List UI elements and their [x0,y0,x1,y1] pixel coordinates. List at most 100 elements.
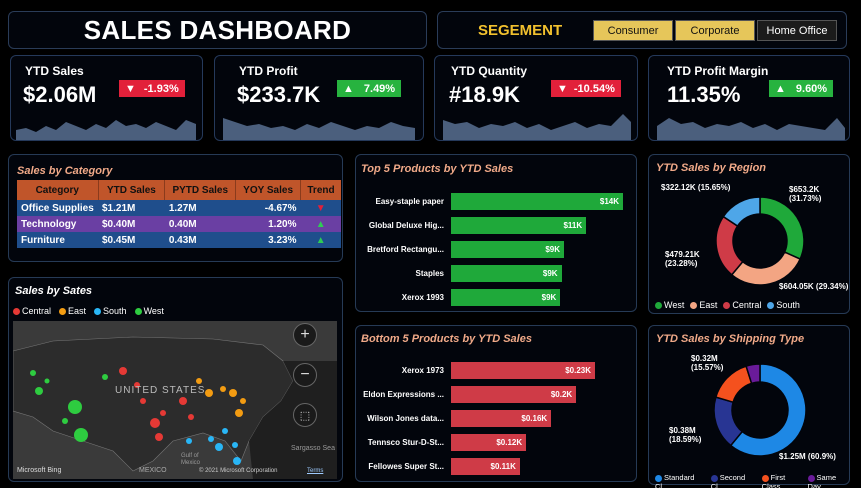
bottom5-products-panel: Bottom 5 Products by YTD Sales Xerox 197… [355,325,637,482]
sales-by-shipping-panel: YTD Sales by Shipping Type $0.32M (15.57… [648,325,850,488]
region-slice[interactable] [759,196,805,261]
region-slice[interactable] [730,251,802,286]
donut-label-central: $479.21K (23.28%) [665,250,700,268]
donut-label-first-class: $0.32M (15.57%) [691,354,724,372]
bottom5-bar[interactable]: $0.11K [451,458,520,475]
top5-bar[interactable]: $11K [451,217,587,234]
kpi-change-value: 7.49% [363,82,396,95]
trend-up-icon: ▲ [300,216,341,232]
bottom5-bar[interactable]: $0.2K [451,386,577,403]
select-icon: ⬚ [299,409,311,422]
column-header-trend[interactable]: Trend [300,180,341,200]
section-title: Bottom 5 Products by YTD Sales [361,333,532,345]
minus-icon: − [300,366,310,383]
donut-label-west: $653.2K (31.73%) [789,185,822,203]
legend-item-standard[interactable]: Standard Cl... [655,473,707,488]
sales-by-region-panel: YTD Sales by Region $322.12K (15.65%) $6… [648,154,850,314]
section-title: Top 5 Products by YTD Sales [361,163,514,175]
map-legend: Central East South West [13,306,164,316]
column-header-ytd-sales[interactable]: YTD Sales [98,180,166,200]
legend-item-east[interactable]: East [59,306,86,316]
segment-home-office-button[interactable]: Home Office [757,20,837,41]
legend-item-south[interactable]: South [767,300,800,310]
column-header-category[interactable]: Category [17,180,99,200]
cell-yoy: 3.23% [235,232,301,248]
arrow-up-icon: ▲ [343,82,354,95]
donut-label-second-class: $0.38M (18.59%) [669,426,702,444]
table-row[interactable]: Furniture $0.45M 0.43M 3.23% ▲ [17,232,341,248]
legend-item-first[interactable]: First Class [761,473,804,488]
map-terms-link[interactable]: Terms [307,468,323,474]
zoom-out-button[interactable]: − [293,363,317,387]
column-header-pytd-sales[interactable]: PYTD Sales [164,180,237,200]
cell-pytd: 1.27M [164,200,236,216]
bottom5-bar-label: Tennsco Stur-D-St... [367,438,444,447]
cell-category: Office Supplies [17,200,98,216]
kpi-card-ytd-profit-margin: YTD Profit Margin 11.35% ▲ 9.60% [648,55,850,141]
arrow-down-icon: ▼ [125,82,136,95]
bottom5-bar[interactable]: $0.16K [451,410,552,427]
trend-up-icon: ▲ [300,232,341,248]
shipping-legend: Standard Cl... Second Cl... First Class … [655,473,849,488]
cell-yoy: 1.20% [235,216,301,232]
kpi-card-ytd-sales: YTD Sales $2.06M ▼ -1.93% [10,55,203,141]
table-row[interactable]: Office Supplies $1.21M 1.27M -4.67% ▼ [17,200,341,216]
legend-item-south[interactable]: South [94,306,127,316]
segment-label: SEGEMENT [478,22,563,39]
legend-item-west[interactable]: West [655,300,684,310]
legend-item-central[interactable]: Central [723,300,761,310]
kpi-change-value: 9.60% [795,82,828,95]
top5-bar[interactable]: $14K [451,193,623,210]
sales-by-states-panel: Sales by Sates Central East South West U… [8,277,343,482]
kpi-title: YTD Quantity [451,64,528,78]
kpi-change-badge: ▼ -1.93% [119,80,185,97]
table-row[interactable]: Technology $0.40M 0.40M 1.20% ▲ [17,216,341,232]
donut-label-south: $322.12K (15.65%) [661,183,731,192]
legend-item-central[interactable]: Central [13,306,51,316]
legend-item-west[interactable]: West [134,306,164,316]
us-map [13,321,337,479]
segment-slicer: SEGEMENT Consumer Corporate Home Office [437,11,847,49]
cell-ytd: $0.45M [98,232,165,248]
bottom5-bar-label: Fellowes Super St... [368,462,444,471]
region-donut-chart [715,196,805,286]
top5-bar-label: Bretford Rectangu... [367,245,444,254]
select-area-button[interactable]: ⬚ [293,403,317,427]
top5-bar-label: Global Deluxe Hig... [368,221,444,230]
cell-ytd: $0.40M [98,216,165,232]
bottom5-bar-label: Wilson Jones data... [367,414,444,423]
top5-bar-label: Easy-staple paper [375,197,444,206]
legend-item-east[interactable]: East [690,300,717,310]
bottom5-bar-label: Xerox 1973 [401,366,444,375]
segment-corporate-button[interactable]: Corporate [675,20,755,41]
legend-item-second[interactable]: Second Cl... [710,473,758,488]
section-title: Sales by Category [17,165,113,177]
column-header-yoy-sales[interactable]: YOY Sales [235,180,301,200]
top5-bar[interactable]: $9K [451,289,561,306]
sparkline-chart [443,114,631,140]
donut-label-east: $604.05K (29.34%) [779,282,849,291]
legend-item-same-day[interactable]: Same Day [807,473,849,488]
zoom-in-button[interactable]: + [293,323,317,347]
sales-by-category-panel: Sales by Category Category YTD Sales PYT… [8,154,343,262]
donut-label-standard-class: $1.25M (60.9%) [779,452,836,461]
bottom5-bar[interactable]: $0.23K [451,362,595,379]
map-canvas[interactable]: UNITED STATES MEXICO Gulf of Mexico Sarg… [13,321,337,479]
map-copyright: © 2021 Microsoft Corporation [199,468,278,474]
kpi-title: YTD Sales [25,64,84,78]
top5-bar[interactable]: $9K [451,241,565,258]
sparkline-chart [16,120,196,140]
arrow-up-icon: ▲ [775,82,786,95]
section-title: Sales by Sates [15,285,93,297]
map-gulf-label: Gulf of Mexico [181,453,201,466]
top5-products-panel: Top 5 Products by YTD Sales Easy-staple … [355,154,637,312]
cell-yoy: -4.67% [235,200,301,216]
cell-pytd: 0.40M [164,216,236,232]
kpi-change-badge: ▲ 7.49% [337,80,402,97]
cell-pytd: 0.43M [164,232,236,248]
plus-icon: + [300,326,310,343]
bottom5-bar[interactable]: $0.12K [451,434,527,451]
top5-bar[interactable]: $9K [451,265,562,282]
title-panel: SALES DASHBOARD [8,11,427,49]
segment-consumer-button[interactable]: Consumer [593,20,673,41]
